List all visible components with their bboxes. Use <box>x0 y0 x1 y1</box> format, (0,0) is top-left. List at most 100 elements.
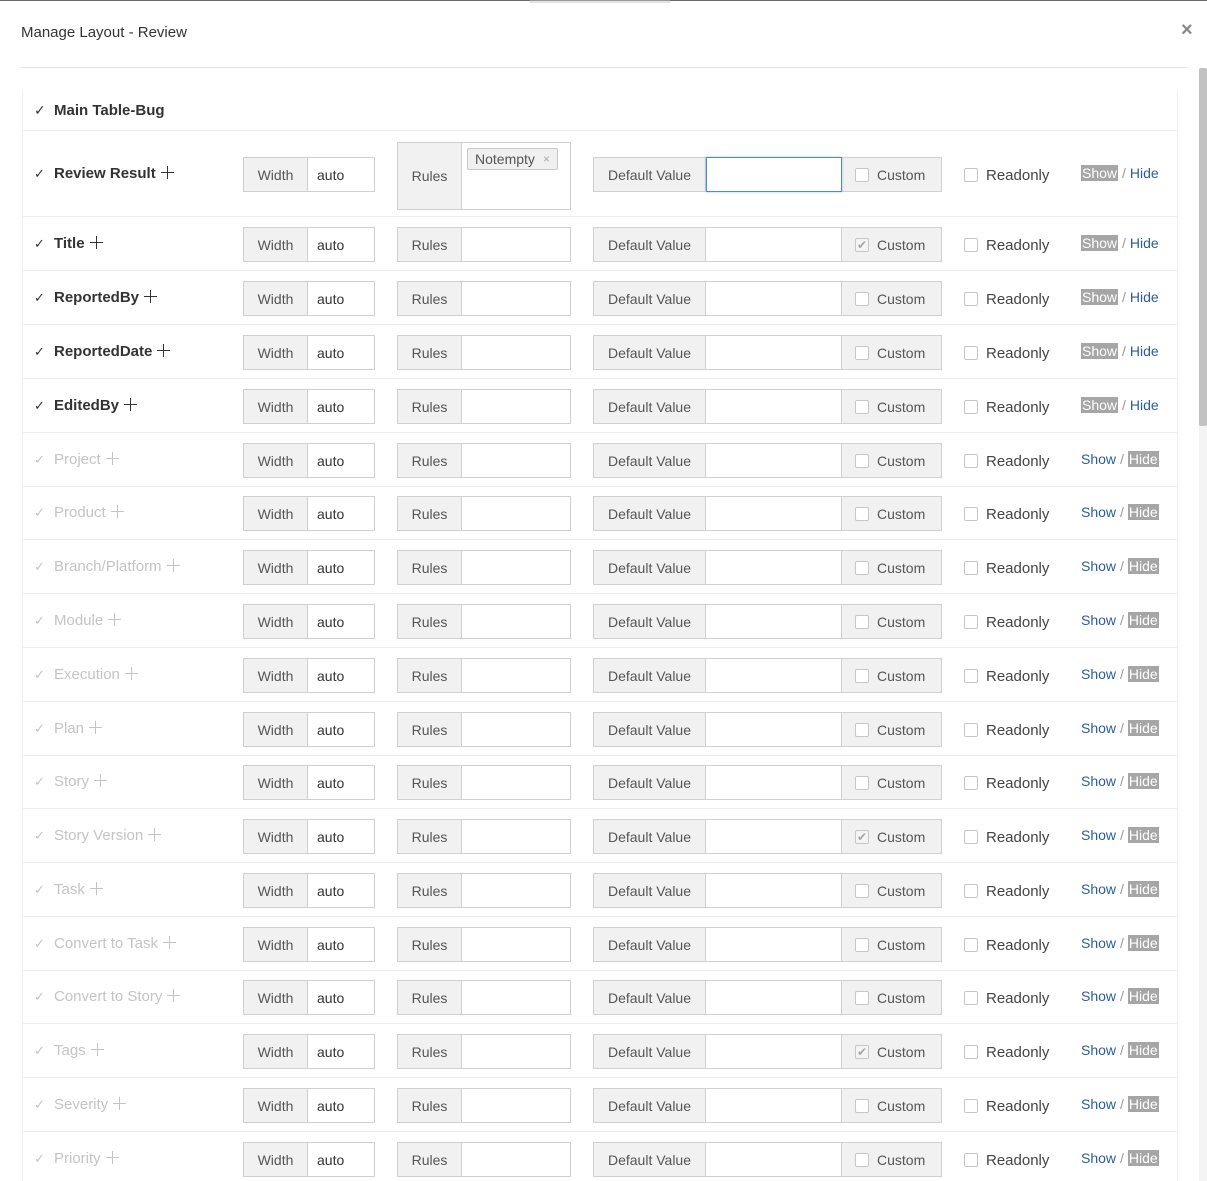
rules-input[interactable] <box>462 712 571 747</box>
hide-link[interactable]: Hide <box>1127 881 1159 897</box>
field-name[interactable]: ✓ Review Result <box>34 165 174 185</box>
hide-link[interactable]: Hide <box>1127 720 1159 736</box>
hide-link[interactable]: Hide <box>1127 827 1159 843</box>
close-icon[interactable]: × <box>1181 20 1193 40</box>
field-name[interactable]: ✓ ReportedBy <box>34 289 158 309</box>
default-value-select[interactable] <box>706 980 842 1015</box>
show-link[interactable]: Show <box>1081 558 1116 574</box>
readonly-checkbox[interactable] <box>964 938 978 952</box>
show-link[interactable]: Show <box>1081 1150 1116 1166</box>
readonly-toggle[interactable]: Readonly <box>964 773 1049 793</box>
default-value-select[interactable] <box>706 550 842 585</box>
default-value-select[interactable] <box>706 873 842 908</box>
custom-toggle[interactable]: Custom <box>842 335 942 370</box>
custom-toggle[interactable]: Custom <box>842 281 942 316</box>
field-name[interactable]: ✓ EditedBy <box>34 397 138 417</box>
show-link[interactable]: Show <box>1081 935 1116 951</box>
remove-tag-icon[interactable]: × <box>543 152 550 166</box>
custom-checkbox[interactable] <box>855 883 869 898</box>
readonly-checkbox[interactable] <box>964 1045 978 1059</box>
readonly-checkbox[interactable] <box>964 238 978 252</box>
readonly-toggle[interactable]: Readonly <box>964 504 1049 524</box>
show-link[interactable]: Show <box>1081 235 1119 251</box>
width-input[interactable]: auto <box>308 765 375 800</box>
rules-input[interactable] <box>462 980 571 1015</box>
custom-toggle[interactable]: Custom <box>842 157 942 192</box>
field-name[interactable]: ✓ Branch/Platform <box>34 558 180 578</box>
custom-checkbox[interactable] <box>855 1044 869 1059</box>
field-name[interactable]: ✓ Story <box>34 773 108 793</box>
width-input[interactable]: auto <box>308 604 375 639</box>
readonly-toggle[interactable]: Readonly <box>964 1042 1049 1062</box>
readonly-toggle[interactable]: Readonly <box>964 165 1049 185</box>
custom-toggle[interactable]: Custom <box>842 658 942 693</box>
rules-input[interactable] <box>462 819 571 854</box>
show-link[interactable]: Show <box>1081 881 1116 897</box>
rules-input[interactable] <box>462 550 571 585</box>
rules-input[interactable] <box>462 443 571 478</box>
custom-toggle[interactable]: Custom <box>842 980 942 1015</box>
move-icon[interactable] <box>167 989 181 1002</box>
rules-input[interactable] <box>462 1034 571 1069</box>
rules-input[interactable]: Notempty × <box>462 142 571 210</box>
custom-checkbox[interactable] <box>855 1152 869 1167</box>
rules-input[interactable] <box>462 873 571 908</box>
field-name[interactable]: ✓ Module <box>34 612 122 632</box>
custom-toggle[interactable]: Custom <box>842 819 942 854</box>
custom-checkbox[interactable] <box>855 668 869 683</box>
readonly-toggle[interactable]: Readonly <box>964 235 1049 255</box>
readonly-checkbox[interactable] <box>964 1153 978 1167</box>
hide-link[interactable]: Hide <box>1127 504 1159 520</box>
move-icon[interactable] <box>157 344 171 357</box>
readonly-toggle[interactable]: Readonly <box>964 612 1049 632</box>
default-value-select[interactable] <box>706 1088 842 1123</box>
field-name[interactable]: ✓ Task <box>34 881 103 901</box>
custom-toggle[interactable]: Custom <box>842 550 942 585</box>
custom-checkbox[interactable] <box>855 937 869 952</box>
field-name[interactable]: ✓ ReportedDate <box>34 343 171 363</box>
custom-toggle[interactable]: Custom <box>842 443 942 478</box>
width-input[interactable]: auto <box>308 227 375 262</box>
custom-checkbox[interactable] <box>855 829 869 844</box>
custom-checkbox[interactable] <box>855 614 869 629</box>
move-icon[interactable] <box>90 1043 104 1056</box>
rules-input[interactable] <box>462 227 571 262</box>
show-link[interactable]: Show <box>1081 343 1119 359</box>
width-input[interactable]: auto <box>308 157 375 192</box>
rules-input[interactable] <box>462 658 571 693</box>
move-icon[interactable] <box>110 505 124 518</box>
show-link[interactable]: Show <box>1081 451 1116 467</box>
field-name[interactable]: ✓ Severity <box>34 1096 127 1116</box>
move-icon[interactable] <box>113 1097 127 1110</box>
default-value-select[interactable] <box>706 927 842 962</box>
readonly-toggle[interactable]: Readonly <box>964 720 1049 740</box>
readonly-checkbox[interactable] <box>964 400 978 414</box>
show-link[interactable]: Show <box>1081 773 1116 789</box>
move-icon[interactable] <box>89 721 103 734</box>
move-icon[interactable] <box>160 166 174 179</box>
rule-tag[interactable]: Notempty × <box>467 148 558 170</box>
default-value-select[interactable] <box>706 604 842 639</box>
readonly-checkbox[interactable] <box>964 561 978 575</box>
width-input[interactable]: auto <box>308 873 375 908</box>
move-icon[interactable] <box>148 828 162 841</box>
field-name[interactable]: ✓ Plan <box>34 720 103 740</box>
move-icon[interactable] <box>89 882 103 895</box>
custom-checkbox[interactable] <box>855 775 869 790</box>
default-value-select[interactable] <box>706 335 842 370</box>
hide-link[interactable]: Hide <box>1130 289 1159 305</box>
readonly-checkbox[interactable] <box>964 615 978 629</box>
hide-link[interactable]: Hide <box>1130 235 1159 251</box>
custom-toggle[interactable]: Custom <box>842 389 942 424</box>
width-input[interactable]: auto <box>308 819 375 854</box>
width-input[interactable]: auto <box>308 980 375 1015</box>
readonly-checkbox[interactable] <box>964 454 978 468</box>
default-value-select[interactable] <box>706 389 842 424</box>
rules-input[interactable] <box>462 927 571 962</box>
readonly-toggle[interactable]: Readonly <box>964 827 1049 847</box>
rules-input[interactable] <box>462 389 571 424</box>
hide-link[interactable]: Hide <box>1127 773 1159 789</box>
hide-link[interactable]: Hide <box>1130 397 1159 413</box>
custom-toggle[interactable]: Custom <box>842 927 942 962</box>
field-name[interactable]: ✓ Convert to Story <box>34 988 181 1008</box>
